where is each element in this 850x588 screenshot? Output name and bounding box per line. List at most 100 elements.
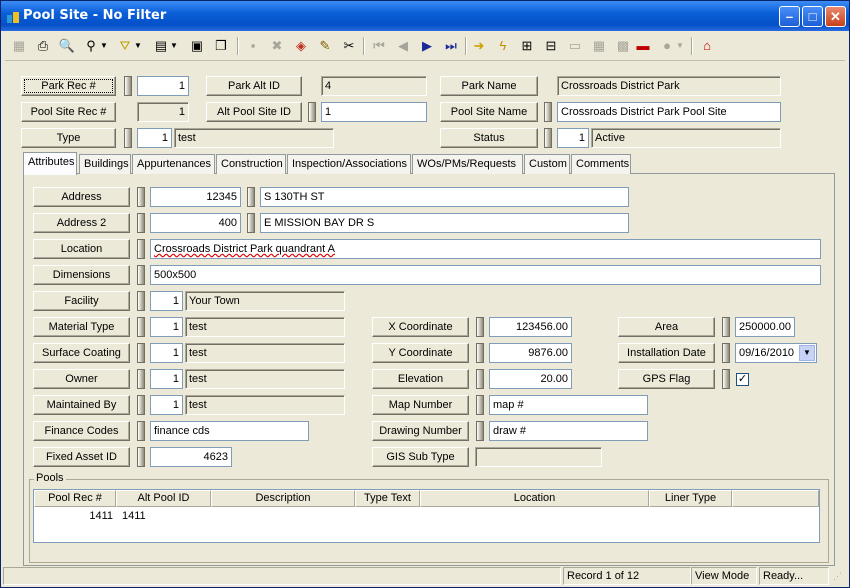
status-button[interactable]: Status	[440, 128, 538, 148]
previous-record-icon[interactable]: ◀	[393, 36, 413, 56]
table-icon[interactable]: ▭	[565, 36, 585, 56]
alt-pool-site-id-field[interactable]: 1	[321, 102, 427, 122]
maintained-by-button[interactable]: Maintained By	[33, 395, 130, 415]
column-header[interactable]: Pool Rec #	[34, 490, 116, 507]
drawing-number-button[interactable]: Drawing Number	[372, 421, 469, 441]
column-header[interactable]: Type Text	[355, 490, 420, 507]
lookup-bar[interactable]	[476, 343, 484, 363]
facility-button[interactable]: Facility	[33, 291, 130, 311]
owner-code-field[interactable]: 1	[150, 369, 183, 389]
lookup-bar[interactable]	[137, 291, 145, 311]
tab-custom[interactable]: Custom	[524, 154, 570, 174]
area-field[interactable]: 250000.00	[735, 317, 795, 337]
elevation-field[interactable]: 20.00	[489, 369, 572, 389]
material-type-code-field[interactable]: 1	[150, 317, 183, 337]
lookup-bar[interactable]	[476, 395, 484, 415]
x-coordinate-field[interactable]: 123456.00	[489, 317, 572, 337]
lightning-icon[interactable]: ϟ	[493, 36, 513, 56]
map-icon[interactable]: ⊞	[517, 36, 537, 56]
tab-wos-pms-requests[interactable]: WOs/PMs/Requests	[412, 154, 523, 174]
maximize-button[interactable]: □	[802, 6, 823, 27]
copy-icon[interactable]: ❐	[211, 36, 231, 56]
lookup-bar[interactable]	[722, 343, 730, 363]
bus-icon[interactable]: ▬	[633, 36, 653, 56]
pools-table[interactable]: Pool Rec # Alt Pool ID Description Type …	[33, 489, 820, 543]
last-record-icon[interactable]: ⏭	[441, 36, 461, 56]
address-2-number-field[interactable]: 400	[150, 213, 241, 233]
dimensions-button[interactable]: Dimensions	[33, 265, 130, 285]
address-button[interactable]: Address	[33, 187, 130, 207]
lookup-bar[interactable]	[137, 395, 145, 415]
facility-code-field[interactable]: 1	[150, 291, 183, 311]
layers-icon[interactable]: ◈	[291, 36, 311, 56]
tab-buildings[interactable]: Buildings	[79, 154, 131, 174]
address-2-street-field[interactable]: E MISSION BAY DR S	[260, 213, 629, 233]
y-coordinate-field[interactable]: 9876.00	[489, 343, 572, 363]
pool-site-name-button[interactable]: Pool Site Name	[440, 102, 538, 122]
area-button[interactable]: Area	[618, 317, 715, 337]
surface-coating-code-field[interactable]: 1	[150, 343, 183, 363]
lookup-bar[interactable]	[137, 213, 145, 233]
chevron-down-icon[interactable]: ▼	[799, 345, 815, 361]
lookup-bar[interactable]	[137, 265, 145, 285]
park-alt-id-button[interactable]: Park Alt ID	[206, 76, 302, 96]
address-street-field[interactable]: S 130TH ST	[260, 187, 629, 207]
cut-icon[interactable]: ✂	[339, 36, 359, 56]
lookup-bar[interactable]	[137, 239, 145, 259]
drawing-number-field[interactable]: draw #	[489, 421, 648, 441]
resize-grip-icon[interactable]: ⋰	[833, 571, 842, 582]
search-icon[interactable]: ⚲	[81, 36, 101, 56]
lookup-bar[interactable]	[544, 102, 552, 122]
lookup-bar[interactable]	[544, 128, 552, 148]
save-icon[interactable]: ▪	[243, 36, 263, 56]
lookup-bar[interactable]	[137, 343, 145, 363]
filter-dropdown-icon[interactable]: ▼	[133, 36, 143, 56]
lookup-bar[interactable]	[247, 187, 255, 207]
lookup-bar[interactable]	[722, 369, 730, 389]
close-button[interactable]: ✕	[825, 6, 846, 27]
finance-codes-field[interactable]: finance cds	[150, 421, 309, 441]
tab-attributes[interactable]: Attributes	[23, 152, 77, 175]
park-name-button[interactable]: Park Name	[440, 76, 538, 96]
print-preview-icon[interactable]: 🔍	[57, 36, 77, 56]
lookup-bar[interactable]	[308, 102, 316, 122]
gis-sub-type-button[interactable]: GIS Sub Type	[372, 447, 469, 467]
search-dropdown-icon[interactable]: ▼	[99, 36, 109, 56]
lookup-bar[interactable]	[137, 421, 145, 441]
close-form-icon[interactable]: ⌂	[697, 36, 717, 56]
tab-construction[interactable]: Construction	[216, 154, 286, 174]
lookup-bar[interactable]	[124, 128, 132, 148]
elevation-button[interactable]: Elevation	[372, 369, 469, 389]
fixed-asset-id-button[interactable]: Fixed Asset ID	[33, 447, 130, 467]
tab-comments[interactable]: Comments	[571, 154, 631, 174]
lookup-bar[interactable]	[124, 76, 132, 96]
tab-appurtenances[interactable]: Appurtenances	[132, 154, 215, 174]
map-number-field[interactable]: map #	[489, 395, 648, 415]
go-to-icon[interactable]: ➜	[469, 36, 489, 56]
map-number-button[interactable]: Map Number	[372, 395, 469, 415]
print-icon[interactable]: ⎙	[33, 36, 53, 56]
filter-icon[interactable]: ⛛	[115, 36, 135, 56]
pool-site-rec-button[interactable]: Pool Site Rec #	[21, 102, 116, 122]
report-dropdown-icon[interactable]: ▼	[169, 36, 179, 56]
globe-icon[interactable]: ●	[657, 36, 677, 56]
installation-date-picker[interactable]: 09/16/2010 ▼	[735, 343, 817, 363]
type-code-field[interactable]: 1	[137, 128, 172, 148]
table-row-alt-pool-id[interactable]: 1411	[122, 508, 162, 524]
properties-icon[interactable]: ▣	[187, 36, 207, 56]
gps-flag-button[interactable]: GPS Flag	[618, 369, 715, 389]
tab-inspection-associations[interactable]: Inspection/Associations	[287, 154, 411, 174]
lookup-bar[interactable]	[137, 369, 145, 389]
owner-button[interactable]: Owner	[33, 369, 130, 389]
table-row-pool-rec[interactable]: 1411	[86, 508, 113, 524]
column-header[interactable]: Liner Type	[649, 490, 732, 507]
column-header[interactable]: Alt Pool ID	[116, 490, 211, 507]
y-coordinate-button[interactable]: Y Coordinate	[372, 343, 469, 363]
address-2-button[interactable]: Address 2	[33, 213, 130, 233]
lookup-bar[interactable]	[247, 213, 255, 233]
x-coordinate-button[interactable]: X Coordinate	[372, 317, 469, 337]
first-record-icon[interactable]: ⏮	[369, 36, 389, 56]
status-code-field[interactable]: 1	[557, 128, 589, 148]
location-field[interactable]: Crossroads District Park quandrant A	[150, 239, 821, 259]
grid-icon[interactable]: ▦	[9, 36, 29, 56]
